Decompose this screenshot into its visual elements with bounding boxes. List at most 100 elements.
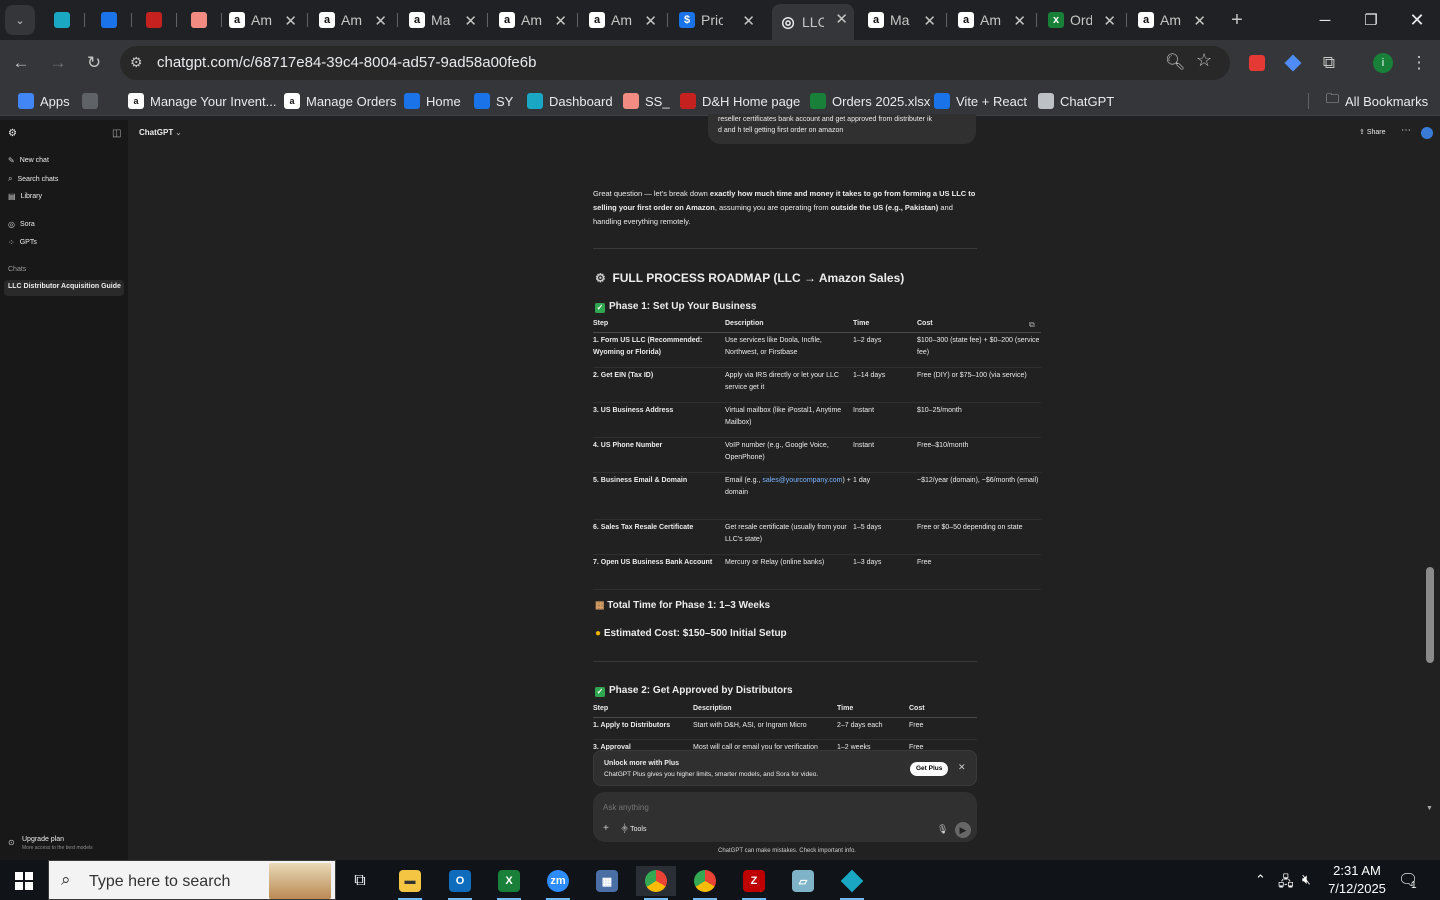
tab-14[interactable]: a Am ✕ [1132, 6, 1212, 34]
pdf-extension-icon[interactable] [1242, 48, 1272, 78]
tab-5[interactable]: a Am ✕ [313, 6, 393, 34]
close-tab-icon[interactable]: ✕ [1013, 12, 1026, 30]
restore-button[interactable]: ❐ [1348, 0, 1394, 40]
bookmark-item[interactable] [82, 91, 104, 111]
model-selector[interactable]: ChatGPT ⌄ [139, 128, 181, 137]
profile-avatar[interactable]: i [1368, 48, 1398, 78]
tools-button[interactable]: ⸎ Tools [621, 825, 646, 834]
close-tab-icon[interactable]: ✕ [835, 10, 848, 28]
calculator-icon[interactable]: ▦ [587, 866, 627, 896]
reload-icon[interactable]: ↻ [79, 48, 109, 78]
diamond-app-icon[interactable] [832, 866, 872, 900]
tab-3[interactable] [185, 6, 217, 34]
bookmark-item[interactable]: SY [474, 91, 513, 111]
email-link[interactable]: sales@yourcompany.com [762, 477, 842, 484]
browser-menu-kebab-icon[interactable]: ⋮ [1404, 48, 1434, 78]
outlook-icon[interactable]: O [440, 866, 480, 900]
site-info-icon[interactable]: ⚙ [130, 54, 143, 71]
scroll-down-arrow-icon[interactable]: ▼ [1426, 805, 1433, 812]
chrome-icon-active[interactable] [636, 866, 676, 900]
voice-mode-button[interactable]: ▶ [955, 822, 971, 838]
address-url[interactable]: chatgpt.com/c/68717e84-39c4-8004-ad57-9a… [157, 54, 536, 71]
tab-13[interactable]: x Ord ✕ [1042, 6, 1122, 34]
tab-1[interactable] [95, 6, 127, 34]
start-button[interactable] [4, 866, 44, 896]
show-hidden-icons-chevron-icon[interactable]: ⌃ [1255, 872, 1266, 888]
get-plus-button[interactable]: Get Plus [910, 762, 949, 776]
upgrade-icon[interactable]: ⊙ [8, 838, 15, 847]
filezilla-icon[interactable]: Z [734, 866, 774, 900]
scrollbar-thumb[interactable] [1426, 567, 1434, 663]
user-avatar[interactable] [1421, 127, 1433, 139]
tab-0[interactable] [48, 6, 80, 34]
close-tab-icon[interactable]: ✕ [554, 12, 567, 30]
file-explorer-icon[interactable]: ▬ [390, 866, 430, 900]
close-tab-icon[interactable]: ✕ [644, 12, 657, 30]
new-tab-plus-icon[interactable]: + [1222, 5, 1252, 35]
close-tab-icon[interactable]: ✕ [1193, 12, 1206, 30]
microphone-icon[interactable]: 🎙︎ [937, 824, 948, 835]
chat-item-active[interactable]: LLC Distributor Acquisition Guide [4, 280, 124, 296]
share-button[interactable]: ⇪ Share [1359, 128, 1386, 136]
zoom-app-icon[interactable]: zm [538, 866, 578, 900]
close-tab-icon[interactable]: ✕ [1103, 12, 1116, 30]
sidebar-item-search-chats[interactable]: ⌕ Search chats [8, 174, 58, 184]
minimize-button[interactable]: ─ [1302, 0, 1348, 40]
close-tab-icon[interactable]: ✕ [464, 12, 477, 30]
task-view-icon[interactable]: ⧉ [340, 866, 380, 896]
sidebar-item-gpts[interactable]: ⁘ GPTs [8, 238, 37, 247]
sidebar-item-library[interactable]: ▤ Library [8, 192, 42, 201]
forward-arrow-icon[interactable]: → [43, 48, 73, 78]
extensions-puzzle-icon[interactable]: ⧉ [1314, 48, 1344, 78]
bookmark-item[interactable]: Dashboard [527, 91, 613, 111]
tab-11[interactable]: a Ma ✕ [862, 6, 942, 34]
sidebar-item-new-chat[interactable]: ✎ New chat [8, 156, 49, 165]
close-tab-icon[interactable]: ✕ [742, 12, 755, 30]
close-tab-icon[interactable]: ✕ [284, 12, 297, 30]
message-input[interactable] [603, 800, 933, 814]
close-upsell-icon[interactable]: ✕ [958, 762, 966, 773]
bookmark-item[interactable]: Apps [18, 91, 70, 111]
bookmark-item[interactable]: a Manage Your Invent... [128, 91, 276, 111]
back-arrow-icon[interactable]: ← [6, 48, 36, 78]
tab-7[interactable]: a Am ✕ [493, 6, 573, 34]
network-icon[interactable]: 🖧︎ [1278, 871, 1294, 895]
more-options-icon[interactable]: ⋯ [1401, 125, 1411, 136]
close-tab-icon[interactable]: ✕ [374, 12, 387, 30]
address-bar[interactable]: ⚙ chatgpt.com/c/68717e84-39c4-8004-ad57-… [120, 46, 1230, 80]
zoom-magnifier-icon[interactable]: 🔍︎ [1165, 52, 1185, 72]
bookmark-star-icon[interactable]: ☆ [1196, 50, 1212, 71]
tab-6[interactable]: a Ma ✕ [403, 6, 483, 34]
bookmark-item[interactable]: SS_ [623, 91, 670, 111]
bookmark-item[interactable]: ChatGPT [1038, 91, 1114, 111]
bookmark-item[interactable]: Home [404, 91, 461, 111]
notes-app-icon[interactable]: ▱ [783, 866, 823, 896]
tab-8[interactable]: a Am ✕ [583, 6, 663, 34]
chrome-icon[interactable] [685, 866, 725, 900]
bookmarks-divider [1308, 93, 1309, 109]
tab-2[interactable] [140, 6, 172, 34]
close-sidebar-icon[interactable]: ◫ [112, 128, 121, 139]
clock-time[interactable]: 2:31 AM [1330, 863, 1384, 878]
close-tab-icon[interactable]: ✕ [923, 12, 936, 30]
clock-date[interactable]: 7/12/2025 [1327, 881, 1387, 896]
tab-4[interactable]: a Am ✕ [223, 6, 303, 34]
tab-12[interactable]: a Am ✕ [952, 6, 1032, 34]
taskbar-search-box[interactable]: ⌕ Type here to search [48, 860, 336, 900]
add-attachment-plus-icon[interactable]: + [603, 823, 609, 834]
tab-search-chevron-icon[interactable]: ⌄ [5, 5, 35, 35]
bookmark-item[interactable]: D&H Home page [680, 91, 800, 111]
bookmark-item[interactable]: Vite + React [934, 91, 1027, 111]
volume-muted-icon[interactable]: 🔇︎ [1302, 871, 1311, 888]
sidebar-item-sora[interactable]: ◎ Sora [8, 220, 35, 229]
openai-logo-icon[interactable]: ⚙ [8, 128, 17, 139]
excel-taskbar-icon[interactable]: X [489, 866, 529, 900]
tab-9[interactable]: $ Pric ✕ [673, 6, 761, 34]
tab-10[interactable]: ◎ LLC ✕ [772, 4, 854, 40]
upgrade-plan-title[interactable]: Upgrade plan [22, 836, 64, 843]
all-bookmarks-folder[interactable]: 🗀 All Bookmarks [1326, 91, 1428, 111]
bookmark-item[interactable]: Orders 2025.xlsx [810, 91, 930, 111]
diamond-extension-icon[interactable] [1278, 48, 1308, 78]
close-window-button[interactable]: ✕ [1394, 0, 1440, 40]
bookmark-item[interactable]: a Manage Orders [284, 91, 396, 111]
